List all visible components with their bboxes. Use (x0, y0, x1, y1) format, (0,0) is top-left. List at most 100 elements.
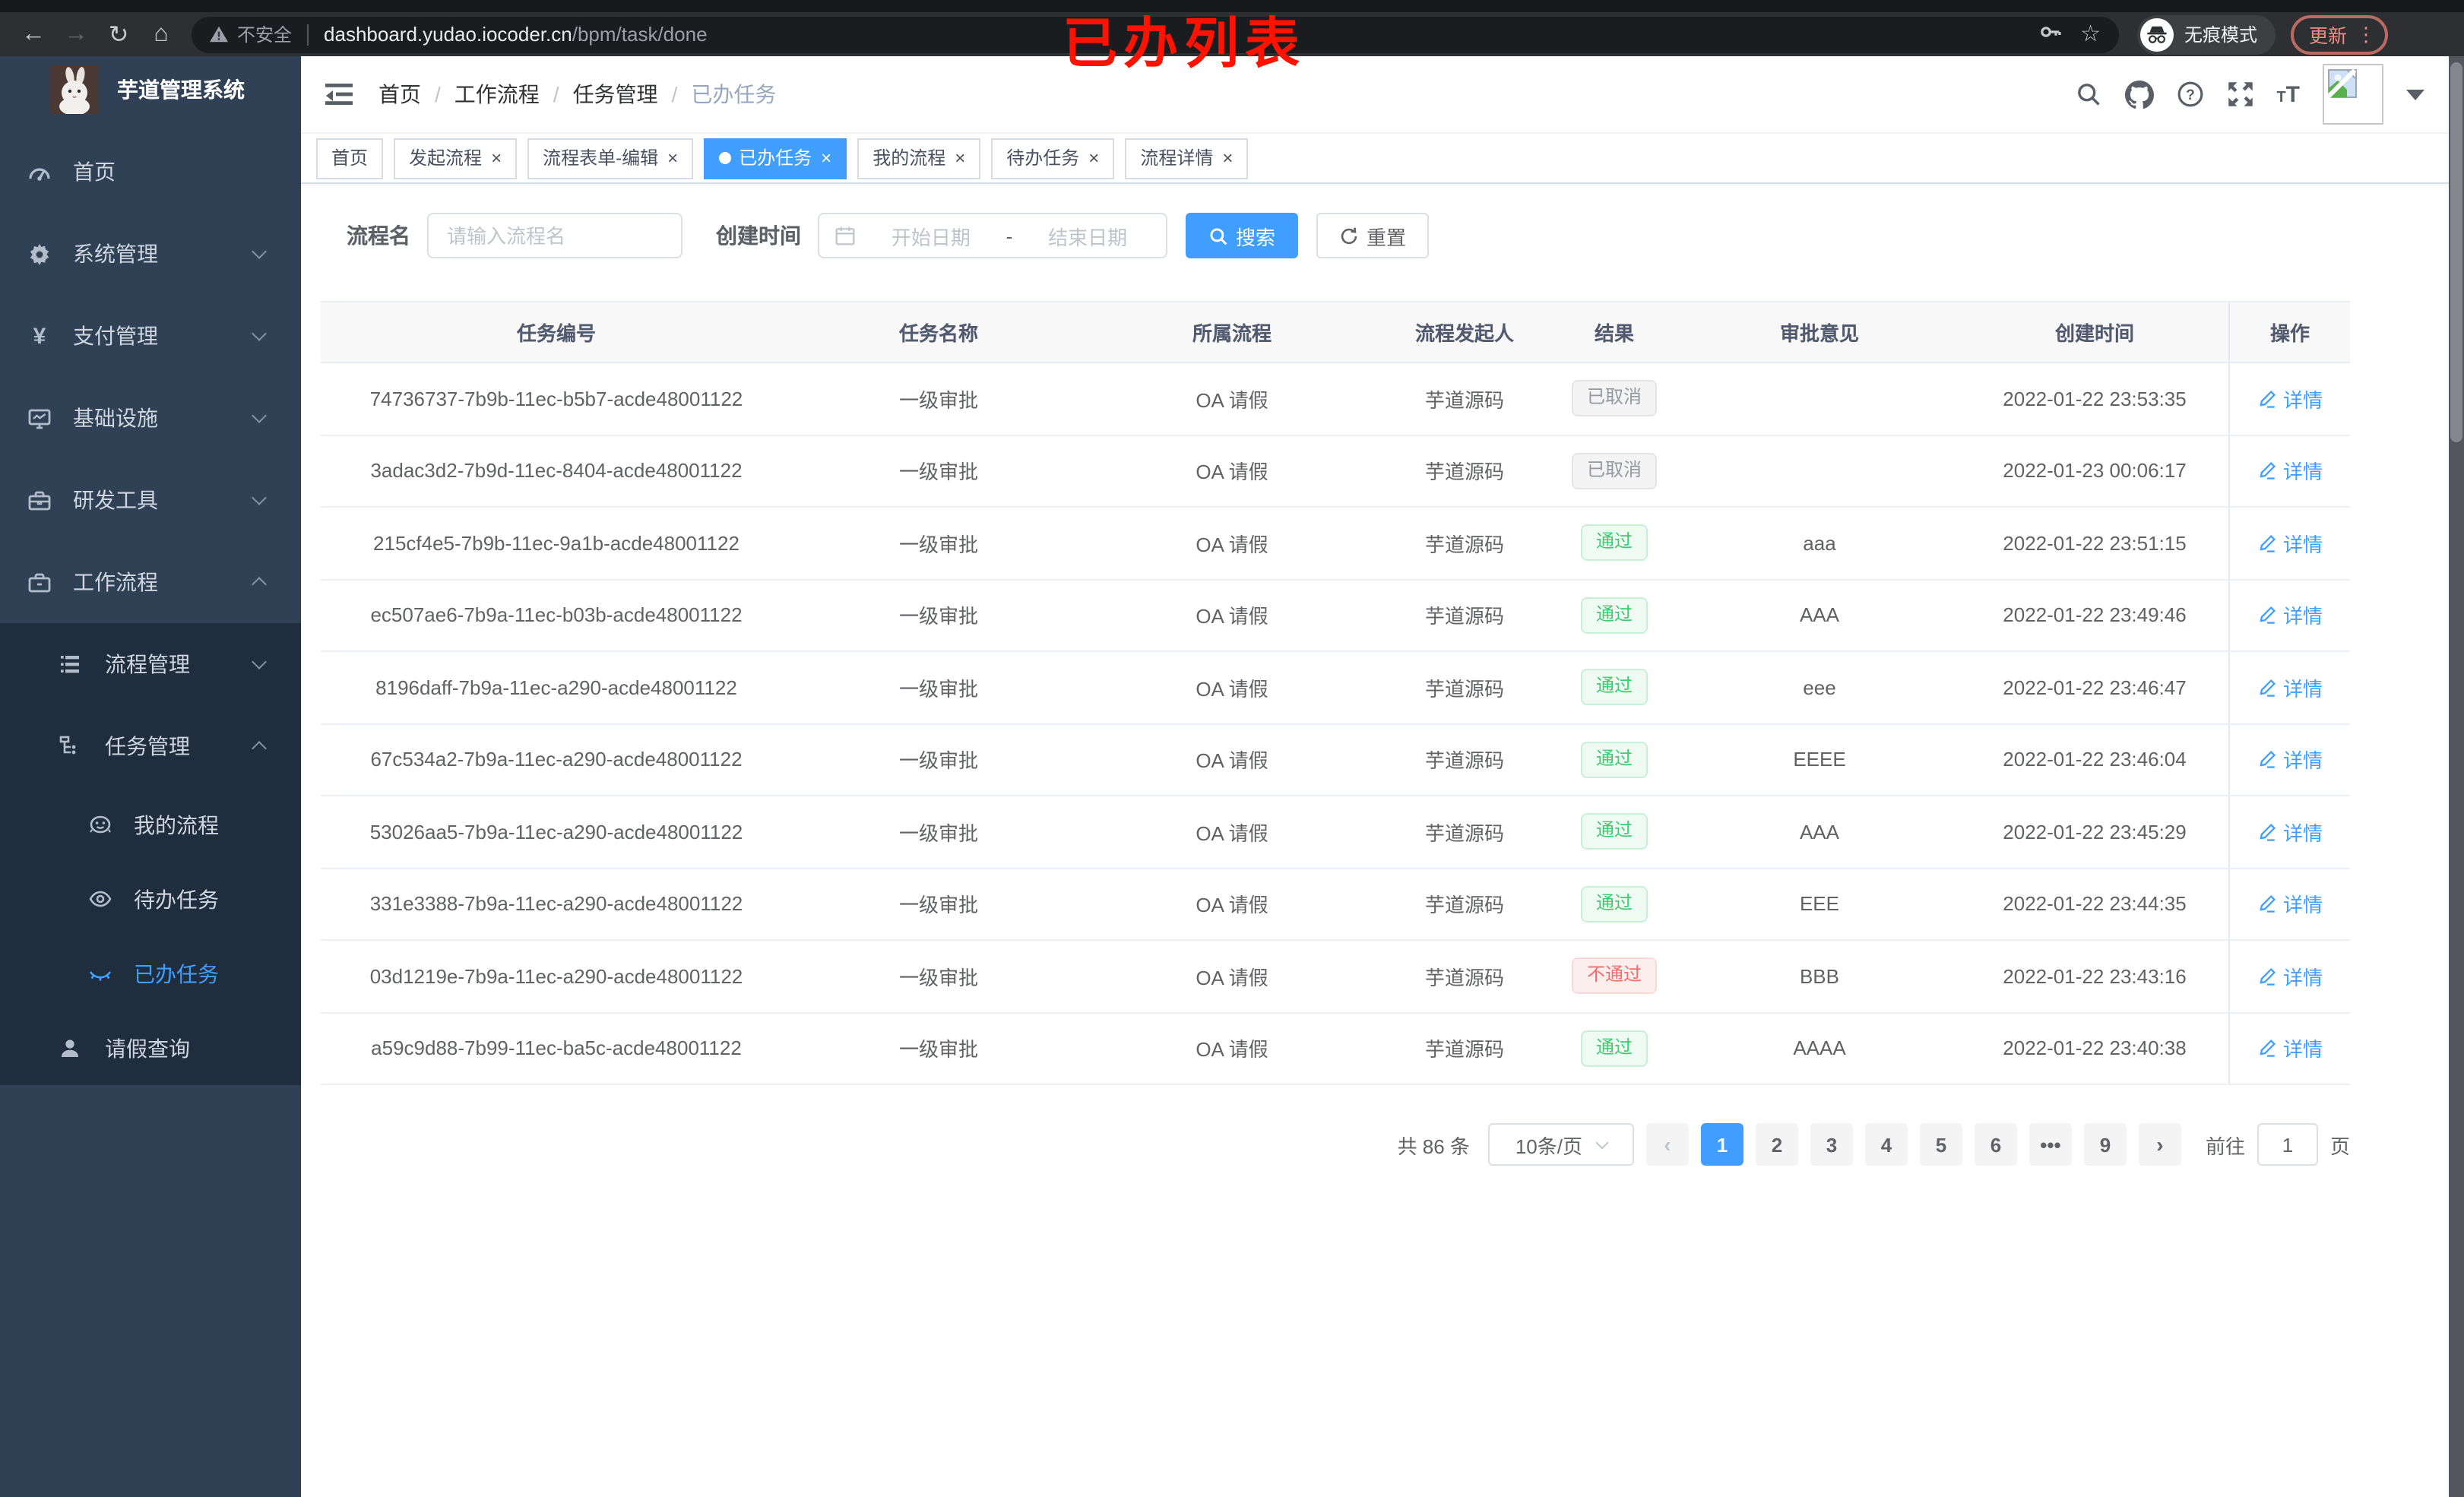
date-range-picker[interactable]: 开始日期 - 结束日期 (818, 213, 1167, 258)
tab-form-edit[interactable]: 流程表单-编辑 × (527, 138, 694, 179)
back-icon[interactable]: ← (12, 21, 55, 48)
tab-home[interactable]: 首页 (316, 138, 384, 179)
browser-menu-icon[interactable]: ⋮ (2356, 24, 2376, 44)
sidebar-item-my-process[interactable]: 我的流程 (0, 787, 301, 862)
fullscreen-icon[interactable] (2226, 81, 2253, 108)
next-page-button[interactable]: › (2138, 1123, 2181, 1166)
search-icon[interactable] (2074, 81, 2101, 108)
screen: ← → ↻ ⌂ 不安全 dashboard.yudao.iocoder.cn/b… (0, 0, 2464, 1497)
detail-button[interactable]: 详情 (2257, 890, 2323, 919)
security-label: 不安全 (237, 24, 293, 46)
sidebar-item-done-tasks[interactable]: 已办任务 (0, 936, 301, 1011)
sidebar-item-label: 支付管理 (73, 324, 158, 348)
detail-button[interactable]: 详情 (2257, 529, 2323, 558)
page-button-1[interactable]: 1 (1700, 1123, 1743, 1166)
url-text[interactable]: dashboard.yudao.iocoder.cn/bpm/task/done (324, 23, 708, 46)
close-icon[interactable]: × (821, 149, 831, 167)
start-date-placeholder[interactable]: 开始日期 (868, 221, 994, 250)
close-icon[interactable]: × (667, 149, 678, 167)
tab-done-tasks[interactable]: 已办任务 × (704, 138, 847, 179)
sidebar-item-pay[interactable]: ¥ 支付管理 (0, 295, 301, 377)
end-date-placeholder[interactable]: 结束日期 (1025, 221, 1151, 250)
chevron-up-icon (252, 577, 267, 592)
page-size-select[interactable]: 10条/页 (1487, 1123, 1634, 1166)
broken-image-icon (2327, 68, 2357, 99)
detail-button[interactable]: 详情 (2257, 673, 2323, 702)
status-badge: 通过 (1580, 597, 1648, 634)
tab-todo-tasks[interactable]: 待办任务 × (991, 138, 1115, 179)
font-size-icon[interactable]: TT (2276, 81, 2300, 107)
avatar-caret-icon[interactable] (2406, 89, 2424, 100)
sidebar-item-infra[interactable]: 基础设施 (0, 377, 301, 459)
sidebar-item-todo-tasks[interactable]: 待办任务 (0, 862, 301, 936)
tab-process-detail[interactable]: 流程详情 × (1125, 138, 1249, 179)
forward-icon[interactable]: → (55, 21, 97, 48)
sidebar-item-workflow[interactable]: 工作流程 (0, 541, 301, 623)
github-icon[interactable] (2124, 80, 2154, 109)
close-icon[interactable]: × (955, 149, 965, 167)
sidebar-item-label: 我的流程 (134, 812, 219, 837)
key-icon[interactable] (2038, 20, 2062, 49)
reload-icon[interactable]: ↻ (97, 19, 140, 49)
page-button-3[interactable]: 3 (1810, 1123, 1853, 1166)
prev-page-button[interactable]: ‹ (1645, 1123, 1689, 1166)
page-button-4[interactable]: 4 (1864, 1123, 1908, 1166)
breadcrumb-home[interactable]: 首页 (378, 79, 421, 109)
detail-button[interactable]: 详情 (2257, 457, 2323, 486)
sidebar-item-task-mgmt[interactable]: 任务管理 (0, 705, 301, 787)
detail-button[interactable]: 详情 (2257, 601, 2323, 630)
sidebar-collapse-icon[interactable] (324, 79, 354, 109)
detail-button[interactable]: 详情 (2257, 385, 2323, 413)
page-ellipsis[interactable]: ••• (2029, 1123, 2072, 1166)
sidebar-item-system[interactable]: 系统管理 (0, 213, 301, 295)
breadcrumb-workflow[interactable]: 工作流程 (454, 79, 540, 109)
sidebar-item-leave-query[interactable]: 请假查询 (0, 1011, 301, 1085)
detail-button[interactable]: 详情 (2257, 745, 2323, 774)
incognito-badge[interactable]: 无痕模式 (2137, 14, 2276, 54)
detail-button[interactable]: 详情 (2257, 818, 2323, 847)
process-name-input[interactable] (427, 213, 683, 258)
close-icon[interactable]: × (1088, 149, 1099, 167)
scrollbar-thumb[interactable] (2450, 62, 2462, 442)
bookmark-star-icon[interactable]: ☆ (2080, 23, 2101, 46)
chevron-down-icon (252, 326, 267, 341)
help-icon[interactable]: ? (2176, 81, 2203, 108)
user-icon (58, 1036, 82, 1060)
app-logo-block: 芋道管理系统 (0, 56, 301, 123)
tab-start-process[interactable]: 发起流程 × (394, 138, 518, 179)
sidebar-item-home[interactable]: 首页 (0, 131, 301, 213)
tab-my-process[interactable]: 我的流程 × (857, 138, 981, 179)
eye-icon (88, 887, 112, 911)
page-button-9[interactable]: 9 (2083, 1123, 2127, 1166)
edit-icon (2260, 679, 2276, 697)
edit-icon (2260, 534, 2276, 552)
tree-icon (58, 734, 82, 758)
red-annotation-text: 已办列表 (1063, 12, 1306, 74)
list-icon (58, 652, 82, 676)
sidebar-item-devtools[interactable]: 研发工具 (0, 459, 301, 541)
navbar-actions: ? TT (2074, 56, 2424, 132)
page-button-5[interactable]: 5 (1919, 1123, 1962, 1166)
page-button-6[interactable]: 6 (1974, 1123, 2017, 1166)
detail-button[interactable]: 详情 (2257, 962, 2323, 991)
search-button[interactable]: 搜索 (1186, 213, 1299, 258)
toolbox-icon (27, 488, 52, 512)
sidebar-item-process-mgmt[interactable]: 流程管理 (0, 623, 301, 705)
col-header-starter: 流程发起人 (1414, 322, 1514, 345)
home-icon[interactable]: ⌂ (140, 21, 182, 48)
close-icon[interactable]: × (1222, 149, 1233, 167)
goto-page-input[interactable] (2257, 1123, 2318, 1166)
refresh-icon (1341, 226, 1357, 244)
browser-update-button[interactable]: 更新 ⋮ (2291, 14, 2389, 54)
workflow-submenu: 流程管理 任务管理 我的流程 待办任务 已办任务 请假查询 (0, 623, 301, 1085)
detail-button[interactable]: 详情 (2257, 1034, 2323, 1063)
page-button-2[interactable]: 2 (1755, 1123, 1798, 1166)
browser-scrollbar[interactable] (2449, 56, 2464, 1497)
breadcrumb-task-mgmt[interactable]: 任务管理 (573, 79, 658, 109)
avatar[interactable] (2323, 64, 2383, 125)
security-warning[interactable]: 不安全 (210, 21, 292, 47)
reset-button[interactable]: 重置 (1316, 213, 1430, 258)
close-icon[interactable]: × (491, 149, 502, 167)
table-row: 67c534a2-7b9a-11ec-a290-acde48001122 一级审… (321, 724, 2350, 796)
status-badge: 通过 (1580, 885, 1648, 923)
